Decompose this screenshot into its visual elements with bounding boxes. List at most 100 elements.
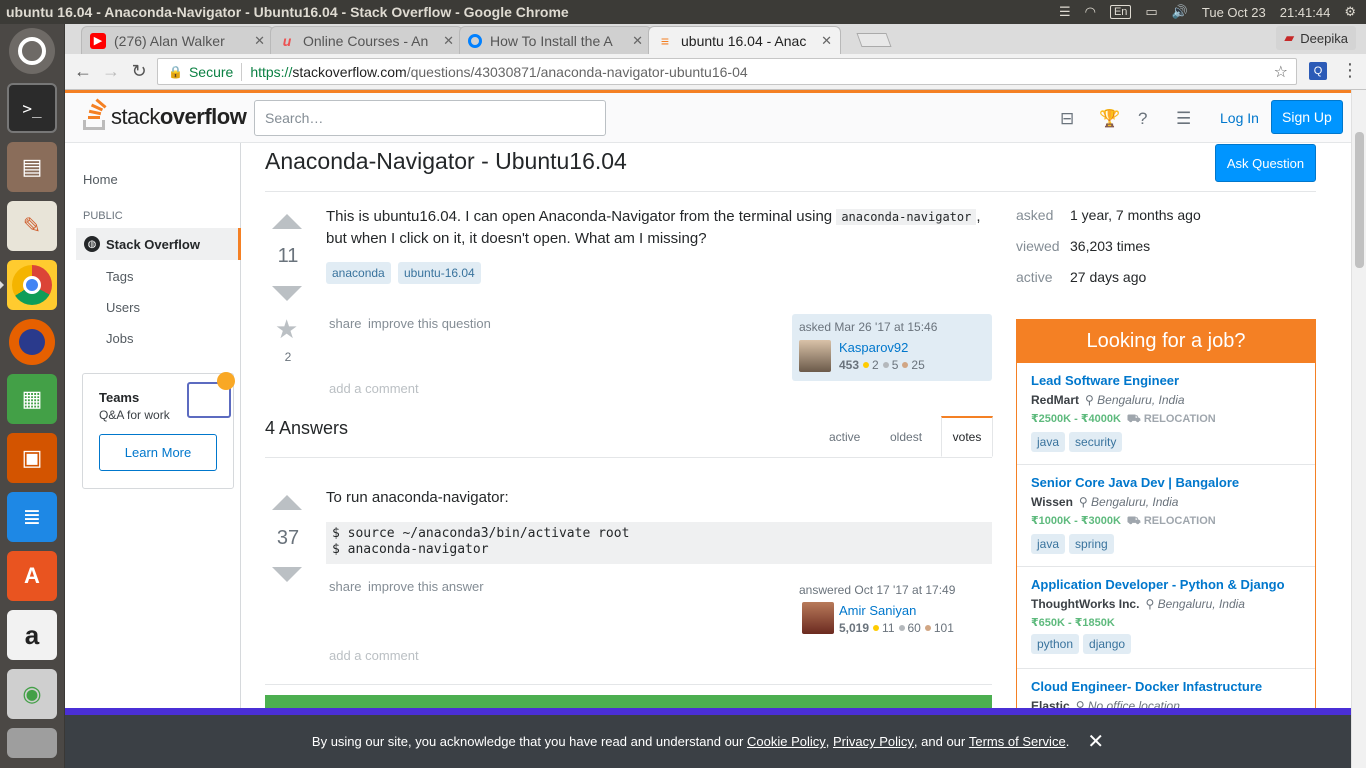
avatar[interactable] xyxy=(799,340,831,372)
ask-question-button[interactable]: Ask Question xyxy=(1215,144,1316,182)
answer-downvote-arrow-icon[interactable] xyxy=(272,567,302,582)
job-tag[interactable]: django xyxy=(1083,634,1132,654)
inbox-icon[interactable]: ⊟ xyxy=(1060,109,1074,129)
address-bar[interactable]: 🔒 Secure https://stackoverflow.com/quest… xyxy=(157,58,1297,85)
truck-icon: ⛟ xyxy=(1126,515,1144,527)
user-reputation: 453 xyxy=(839,358,860,372)
extension-icon[interactable]: Q xyxy=(1309,62,1327,80)
job-tag[interactable]: python xyxy=(1031,634,1080,654)
job-listing[interactable]: Lead Software Engineer RedMart ⚲ Bengalur… xyxy=(1017,363,1315,465)
text-editor-icon[interactable]: ✎ xyxy=(7,201,57,251)
trash-icon[interactable] xyxy=(7,728,57,758)
browser-tab[interactable]: How To Install the A ✕ xyxy=(459,26,652,54)
question-user-link[interactable]: Kasparov92 xyxy=(839,340,908,355)
achievements-trophy-icon[interactable]: 🏆 xyxy=(1099,109,1120,129)
clock-label[interactable]: 21:41:44 xyxy=(1280,5,1331,20)
webpage: stack overflow Search… ⊟ 🏆 ? ☰ Log In Sig… xyxy=(65,90,1351,768)
stat-active-value[interactable]: 27 days ago xyxy=(1070,269,1146,285)
cookie-policy-link[interactable]: Cookie Policy xyxy=(747,734,826,749)
sort-tab-active[interactable]: active xyxy=(829,430,860,444)
question-add-comment-link[interactable]: add a comment xyxy=(329,381,419,396)
reload-icon[interactable]: ↻ xyxy=(125,61,153,82)
job-title[interactable]: Cloud Engineer- Docker Infastructure xyxy=(1031,679,1301,694)
ubuntu-dash-icon[interactable] xyxy=(9,28,55,74)
help-icon[interactable]: ? xyxy=(1138,109,1147,129)
answer-upvote-arrow-icon[interactable] xyxy=(272,495,302,510)
job-listing[interactable]: Senior Core Java Dev | Bangalore Wissen ⚲… xyxy=(1017,465,1315,567)
answer-share-link[interactable]: share xyxy=(329,579,362,594)
browser-tab-active[interactable]: ≡ ubuntu 16.04 - Anac ✕ xyxy=(648,26,841,54)
close-tab-icon[interactable]: ✕ xyxy=(632,33,643,49)
nav-tags[interactable]: Tags xyxy=(106,269,133,284)
close-tab-icon[interactable]: ✕ xyxy=(254,33,265,49)
terms-of-service-link[interactable]: Terms of Service xyxy=(969,734,1066,749)
firefox-icon[interactable] xyxy=(9,319,55,365)
tag-anaconda[interactable]: anaconda xyxy=(326,262,391,284)
privacy-policy-link[interactable]: Privacy Policy xyxy=(833,734,914,749)
site-switcher-icon[interactable]: ☰ xyxy=(1176,109,1191,129)
date-label[interactable]: Tue Oct 23 xyxy=(1202,5,1266,20)
amazon-icon[interactable]: a xyxy=(7,610,57,660)
nav-stack-overflow[interactable]: ◍ Stack Overflow xyxy=(76,228,241,260)
volume-icon[interactable]: 🔊 xyxy=(1172,4,1188,20)
profile-button[interactable]: ▰ Deepika xyxy=(1276,26,1356,50)
nav-users[interactable]: Users xyxy=(106,300,140,315)
search-input[interactable]: Search… xyxy=(254,100,606,136)
software-center-icon[interactable]: A xyxy=(7,551,57,601)
wifi-icon[interactable]: ◠ xyxy=(1085,4,1096,20)
digitalocean-icon xyxy=(468,33,482,48)
tag-ubuntu-16-04[interactable]: ubuntu-16.04 xyxy=(398,262,481,284)
forward-arrow-icon[interactable]: → xyxy=(97,61,125,82)
answer-user-link[interactable]: Amir Saniyan xyxy=(839,603,916,618)
jobs-heading[interactable]: Looking for a job? xyxy=(1017,320,1315,363)
keyboard-layout-indicator[interactable]: En xyxy=(1109,5,1132,19)
writer-icon[interactable]: ≣ xyxy=(7,492,57,542)
question-upvote-arrow-icon[interactable] xyxy=(272,214,302,229)
job-tag[interactable]: java xyxy=(1031,534,1066,554)
job-listing[interactable]: Application Developer - Python & Django … xyxy=(1017,567,1315,669)
bookmark-star-icon[interactable]: ☆ xyxy=(1274,62,1288,82)
job-title[interactable]: Application Developer - Python & Django xyxy=(1031,577,1301,592)
sort-tab-votes[interactable]: votes xyxy=(941,416,993,457)
answer-improve-link[interactable]: improve this answer xyxy=(368,579,484,594)
back-arrow-icon[interactable]: ← xyxy=(69,61,97,82)
job-tag[interactable]: security xyxy=(1069,432,1123,452)
job-title[interactable]: Lead Software Engineer xyxy=(1031,373,1301,388)
avatar[interactable] xyxy=(802,602,834,634)
terminal-icon[interactable]: >_ xyxy=(7,83,57,133)
sort-tab-oldest[interactable]: oldest xyxy=(890,430,922,444)
scrollbar-thumb[interactable] xyxy=(1355,132,1364,268)
nav-jobs[interactable]: Jobs xyxy=(106,331,133,346)
question-title[interactable]: Anaconda-Navigator - Ubuntu16.04 xyxy=(265,148,627,175)
settings-gear-icon[interactable]: ⚙ xyxy=(1344,4,1356,20)
signup-button[interactable]: Sign Up xyxy=(1271,100,1343,134)
job-tag[interactable]: spring xyxy=(1069,534,1114,554)
question-improve-link[interactable]: improve this question xyxy=(368,316,491,331)
close-tab-icon[interactable]: ✕ xyxy=(443,33,454,49)
answer-add-comment-link[interactable]: add a comment xyxy=(329,648,419,663)
close-tab-icon[interactable]: ✕ xyxy=(821,33,832,49)
job-tag[interactable]: java xyxy=(1031,432,1066,452)
file-manager-icon[interactable]: ▤ xyxy=(7,142,57,192)
close-icon[interactable]: ✕ xyxy=(1087,729,1104,754)
code-line: $ anaconda-navigator xyxy=(332,542,489,557)
impress-icon[interactable]: ▣ xyxy=(7,433,57,483)
calc-icon[interactable]: ▦ xyxy=(7,374,57,424)
favorite-star-icon[interactable]: ★ xyxy=(275,314,298,345)
battery-icon[interactable]: ▭ xyxy=(1145,4,1157,20)
chrome-icon[interactable] xyxy=(0,260,57,310)
job-title[interactable]: Senior Core Java Dev | Bangalore xyxy=(1031,475,1301,490)
question-share-link[interactable]: share xyxy=(329,316,362,331)
login-link[interactable]: Log In xyxy=(1210,101,1269,134)
page-scrollbar[interactable] xyxy=(1351,90,1366,768)
browser-tab[interactable]: ▶ (276) Alan Walker ✕ xyxy=(81,26,274,54)
learn-more-button[interactable]: Learn More xyxy=(99,434,217,471)
so-logo[interactable]: stack overflow xyxy=(83,98,247,130)
nav-home[interactable]: Home xyxy=(83,172,118,187)
browser-tab[interactable]: u Online Courses - An ✕ xyxy=(270,26,463,54)
chrome-menu-icon[interactable]: ⋮ xyxy=(1341,60,1359,81)
new-tab-button[interactable] xyxy=(856,33,892,47)
question-downvote-arrow-icon[interactable] xyxy=(272,286,302,301)
disk-icon[interactable]: ◉ xyxy=(7,669,57,719)
files-indicator-icon[interactable]: ☰ xyxy=(1059,4,1071,20)
